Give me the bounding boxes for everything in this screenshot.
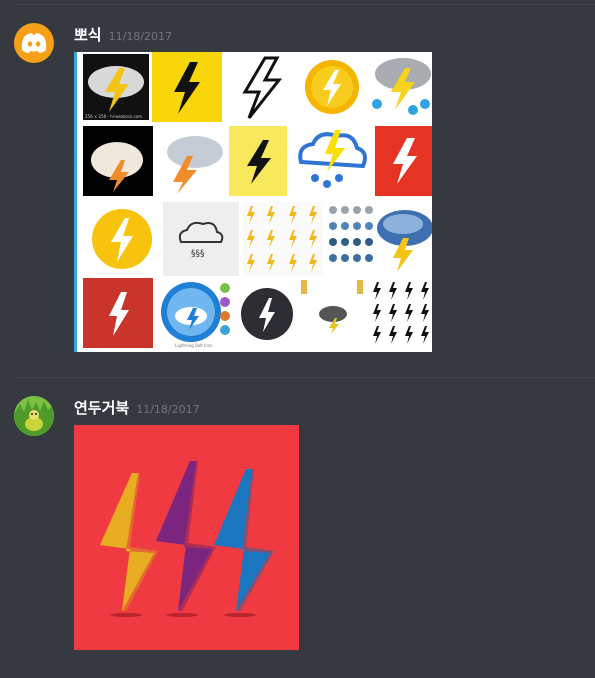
thumbnail-yellow-round-bolt bbox=[87, 204, 157, 274]
thumbnail-weather-icon-set bbox=[325, 202, 373, 276]
thumbnail-yellow-square-bolt bbox=[152, 52, 222, 122]
thumbnail-cloud-orange-bolt bbox=[83, 126, 153, 196]
thumbnail-outline-bolt bbox=[225, 52, 295, 122]
thumbnail-red-square-bolt bbox=[375, 126, 432, 196]
thumbnail-black-bolts-set bbox=[369, 278, 432, 348]
image-search-grid: 256 × 256 - hl-weatcon.com §§§ Lightning… bbox=[74, 52, 432, 352]
image-attachment[interactable] bbox=[74, 425, 299, 650]
thumbnail-storm-rain bbox=[367, 52, 432, 122]
timestamp: 11/18/2017 bbox=[136, 403, 200, 416]
image-attachment[interactable]: 256 × 256 - hl-weatcon.com §§§ Lightning… bbox=[74, 52, 432, 352]
turtle-avatar-icon bbox=[14, 396, 54, 436]
thumbnail-cloud-bolt: 256 × 256 - hl-weatcon.com bbox=[83, 54, 149, 120]
avatar[interactable] bbox=[14, 396, 54, 436]
avatar[interactable] bbox=[14, 23, 54, 63]
thumbnail-red-flat-bolt bbox=[83, 278, 153, 348]
thumbnail-black-bolt-yellow bbox=[229, 126, 287, 196]
thumbnail-blue-storm-cloud bbox=[373, 202, 432, 276]
thumbnail-grey-cloud-small bbox=[299, 278, 365, 348]
top-divider bbox=[16, 4, 595, 5]
thumbnail-cloud-outline: §§§ bbox=[163, 202, 239, 276]
thumbnail-blue-cloud-bolt bbox=[291, 124, 371, 196]
thumbnail-footer-caption: Lightning Bolt Icon bbox=[175, 343, 213, 348]
thumbnail-bolt-pattern bbox=[243, 202, 323, 276]
thumbnail-caption: 256 × 256 - hl-weatcon.com bbox=[85, 114, 142, 119]
thumbnail-yellow-circle-bolt bbox=[299, 54, 365, 120]
discord-logo-icon bbox=[21, 33, 47, 53]
thumbnail-storm-cloud bbox=[157, 126, 227, 196]
username[interactable]: 연두거북 bbox=[74, 397, 129, 418]
svg-text:§§§: §§§ bbox=[191, 249, 205, 259]
username[interactable]: 뽀식 bbox=[74, 24, 102, 45]
three-lightning-bolts-image bbox=[100, 461, 274, 617]
thumbnail-blue-cloud-app: Lightning Bolt Icon bbox=[157, 278, 233, 350]
thumbnail-dark-circle-bolt bbox=[235, 278, 299, 350]
message-divider bbox=[16, 377, 595, 378]
timestamp: 11/18/2017 bbox=[108, 30, 173, 43]
